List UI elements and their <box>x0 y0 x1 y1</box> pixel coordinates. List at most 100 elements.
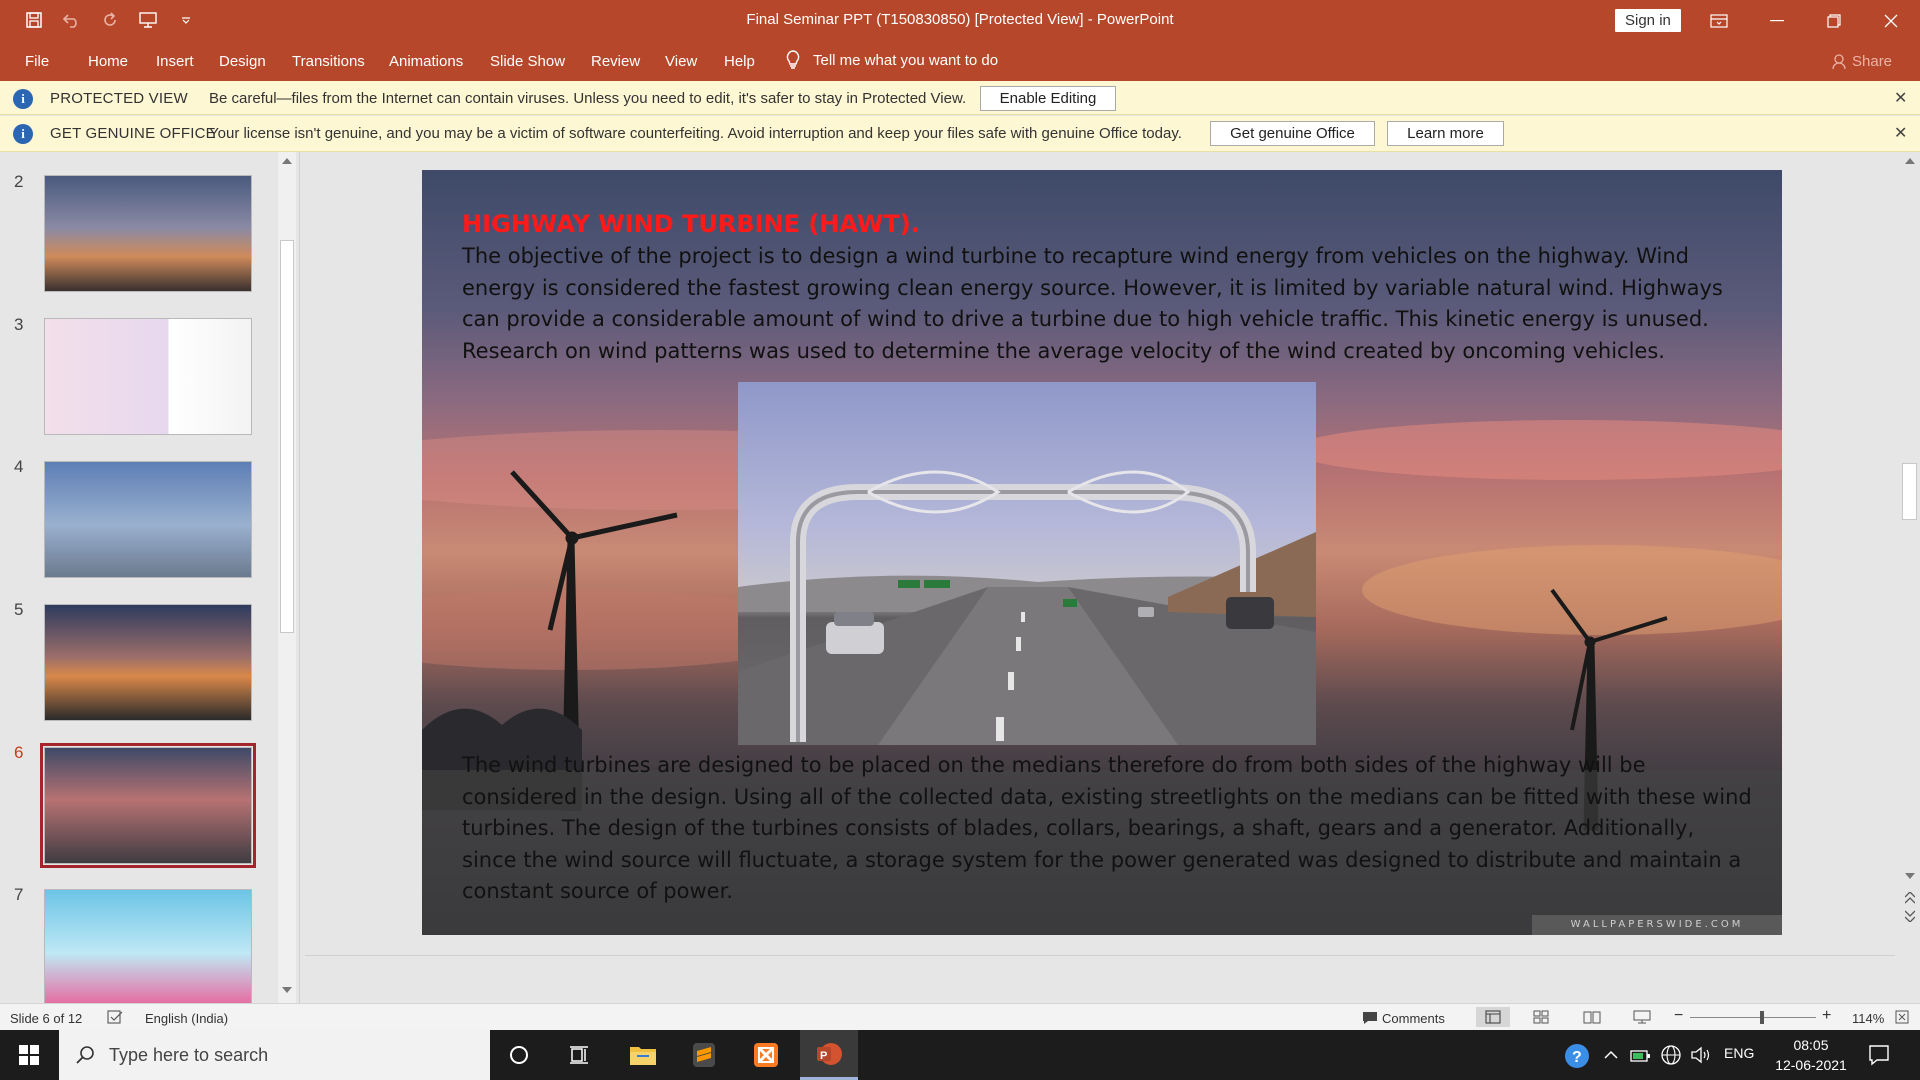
slide-thumbnails-pane: 2 3 4 5 6 7 <box>0 152 300 1003</box>
scroll-down-icon[interactable] <box>1905 872 1915 880</box>
zoom-slider-thumb[interactable] <box>1759 1011 1764 1024</box>
learn-more-button[interactable]: Learn more <box>1387 121 1504 146</box>
tab-animations[interactable]: Animations <box>389 53 463 70</box>
sign-in-button[interactable]: Sign in <box>1615 9 1681 32</box>
restore-icon[interactable] <box>1806 0 1862 41</box>
enable-editing-button[interactable]: Enable Editing <box>980 86 1116 111</box>
protected-view-text: Be careful—files from the Internet can c… <box>209 90 967 107</box>
xampp-button[interactable] <box>737 1030 795 1080</box>
task-view-button[interactable] <box>551 1030 609 1080</box>
share-button[interactable]: Share <box>1832 53 1892 70</box>
battery-icon[interactable] <box>1630 1045 1652 1065</box>
xampp-icon <box>754 1043 778 1067</box>
tab-file[interactable]: File <box>25 53 49 70</box>
taskbar-search-box[interactable]: Type here to search <box>59 1030 490 1080</box>
tab-help[interactable]: Help <box>724 53 755 70</box>
protected-view-bar: i PROTECTED VIEW Be careful—files from t… <box>0 81 1920 115</box>
title-bar: Final Seminar PPT (T150830850) [Protecte… <box>0 0 1920 41</box>
show-hidden-icons-icon[interactable] <box>1604 1050 1618 1060</box>
close-message-icon[interactable]: ✕ <box>1894 123 1907 143</box>
next-slide-icon[interactable] <box>1905 910 1915 922</box>
help-icon[interactable]: ? <box>1564 1043 1590 1069</box>
thumbnails-scrollbar[interactable] <box>278 152 296 1003</box>
get-genuine-office-button[interactable]: Get genuine Office <box>1210 121 1375 146</box>
tab-slide-show[interactable]: Slide Show <box>490 53 565 70</box>
slide-thumbnail-3[interactable] <box>44 318 252 435</box>
slide-thumbnail-7[interactable] <box>44 889 252 1003</box>
slide[interactable]: HIGHWAY WIND TURBINE (HAWT). The objecti… <box>422 170 1782 935</box>
thumbnail-number: 2 <box>14 172 24 191</box>
genuine-office-bar: i GET GENUINE OFFICE Your license isn't … <box>0 116 1920 152</box>
tab-home[interactable]: Home <box>88 53 128 70</box>
clock-date: 12-06-2021 <box>1775 1057 1847 1073</box>
slide-sorter-icon[interactable] <box>1533 1010 1549 1024</box>
folder-icon <box>630 1047 656 1065</box>
previous-slide-icon[interactable] <box>1905 892 1915 904</box>
file-explorer-button[interactable] <box>614 1030 672 1080</box>
volume-icon[interactable] <box>1690 1045 1712 1065</box>
slide-thumbnail-6[interactable] <box>40 743 256 868</box>
language-indicator[interactable]: English (India) <box>145 1011 228 1026</box>
minimize-icon[interactable] <box>1749 0 1805 41</box>
tell-me-search[interactable]: Tell me what you want to do <box>785 50 998 70</box>
thumbnail-number: 3 <box>14 315 24 334</box>
scroll-up-icon[interactable] <box>282 157 292 165</box>
scroll-up-icon[interactable] <box>1905 157 1915 165</box>
comment-icon <box>1363 1012 1377 1024</box>
fit-slide-icon[interactable] <box>1895 1010 1909 1024</box>
person-icon <box>1832 53 1846 69</box>
comments-button[interactable]: Comments <box>1382 1011 1445 1026</box>
network-icon[interactable] <box>1660 1044 1682 1066</box>
input-language[interactable]: ENG <box>1724 1045 1754 1061</box>
thumbnail-number: 7 <box>14 885 24 904</box>
reading-view-icon[interactable] <box>1583 1010 1601 1024</box>
scrollbar-thumb[interactable] <box>280 240 294 633</box>
svg-text:P: P <box>820 1050 827 1062</box>
slide-thumbnail-5[interactable] <box>44 604 252 721</box>
ribbon-display-options-icon[interactable] <box>1691 0 1747 41</box>
normal-view-button[interactable] <box>1476 1007 1510 1027</box>
info-icon: i <box>13 124 33 144</box>
search-placeholder: Type here to search <box>109 1045 269 1065</box>
slide-thumbnail-2[interactable] <box>44 175 252 292</box>
powerpoint-icon: P <box>817 1042 842 1065</box>
slide-vertical-scrollbar[interactable] <box>1900 152 1920 1003</box>
cortana-button[interactable] <box>490 1030 548 1080</box>
task-view-icon <box>570 1046 588 1064</box>
tab-view[interactable]: View <box>665 53 697 70</box>
spelling-check-icon[interactable] <box>107 1010 123 1024</box>
close-icon[interactable] <box>1863 0 1919 41</box>
scroll-down-icon[interactable] <box>282 986 292 994</box>
close-message-icon[interactable]: ✕ <box>1894 88 1907 108</box>
system-clock[interactable]: 08:05 12-06-2021 <box>1766 1035 1856 1075</box>
tab-transitions[interactable]: Transitions <box>292 53 365 70</box>
start-button[interactable] <box>0 1030 58 1080</box>
tab-design[interactable]: Design <box>219 53 266 70</box>
zoom-in-icon[interactable]: + <box>1822 1007 1831 1025</box>
clock-time: 08:05 <box>1793 1037 1829 1053</box>
notifications-icon[interactable] <box>1868 1044 1890 1066</box>
lightbulb-icon <box>786 50 800 69</box>
zoom-out-icon[interactable]: − <box>1674 1007 1683 1025</box>
windows-logo-icon <box>19 1045 39 1065</box>
zoom-level[interactable]: 114% <box>1852 1011 1884 1026</box>
slide-paragraph-1[interactable]: The objective of the project is to desig… <box>462 241 1752 367</box>
tab-insert[interactable]: Insert <box>156 53 194 70</box>
svg-text:?: ? <box>1572 1049 1582 1066</box>
powerpoint-taskbar-button[interactable]: P <box>800 1030 858 1080</box>
slide-show-icon[interactable] <box>1633 1010 1651 1024</box>
slide-title[interactable]: HIGHWAY WIND TURBINE (HAWT). <box>462 210 920 238</box>
slide-thumbnail-4[interactable] <box>44 461 252 578</box>
genuine-office-text: Your license isn't genuine, and you may … <box>209 125 1182 142</box>
highway-turbine-photo[interactable] <box>738 382 1316 745</box>
tab-review[interactable]: Review <box>591 53 640 70</box>
notes-divider[interactable] <box>305 955 1895 956</box>
share-label: Share <box>1852 53 1893 70</box>
sublime-text-button[interactable] <box>675 1030 733 1080</box>
scrollbar-thumb[interactable] <box>1902 463 1917 520</box>
slide-paragraph-2[interactable]: The wind turbines are designed to be pla… <box>462 750 1752 908</box>
normal-view-icon <box>1485 1010 1501 1024</box>
status-bar: Slide 6 of 12 English (India) Comments −… <box>0 1003 1920 1030</box>
search-icon <box>76 1046 94 1064</box>
zoom-slider[interactable] <box>1690 1011 1816 1024</box>
